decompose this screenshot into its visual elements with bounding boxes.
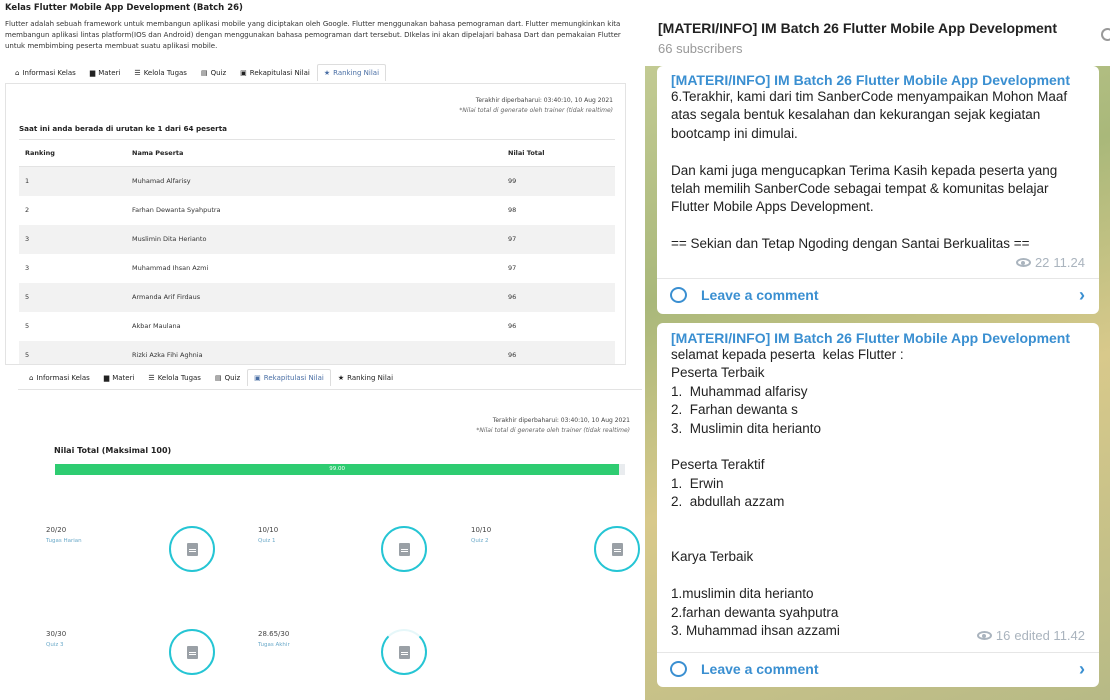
table-header-row: Ranking Nama Peserta Nilai Total: [19, 139, 615, 167]
tab-informasi-kelas[interactable]: ⌂ Informasi Kelas: [8, 64, 83, 81]
course-tabs-rekap-view: ⌂ Informasi Kelas ▆ Materi ☰ Kelola Tugas ▤…: [22, 369, 400, 386]
book-icon: ▆: [89, 69, 96, 77]
chevron-right-icon: ›: [1079, 284, 1085, 305]
course-tabs-ranking-view: ⌂ Informasi Kelas ▆ Materi ☰ Kelola Tugas ▤…: [8, 64, 387, 81]
score-tugas-akhir: 28.65/30 Tugas Akhir: [258, 630, 290, 648]
col-nilai-total: Nilai Total: [502, 139, 615, 167]
table-row: 5 Armanda Arif Firdaus 96: [19, 282, 615, 312]
tab-materi[interactable]: ▆ Materi: [97, 369, 142, 386]
document-icon: [398, 542, 410, 556]
ranking-headline: Saat ini anda berada di urutan ke 1 dari…: [19, 124, 228, 133]
table-row: 5 Rizki Azka Fihi Aghnia 96: [19, 340, 615, 364]
view-count: 22: [1034, 255, 1050, 270]
tab-rekapitulasi-nilai[interactable]: ▣ Rekapitulasi Nilai: [247, 369, 331, 386]
leave-comment-button[interactable]: Leave a comment ›: [657, 278, 1099, 311]
quiz-2-ring[interactable]: [594, 526, 640, 572]
clipboard-icon: ▣: [254, 374, 261, 382]
comment-bubble-icon: [670, 661, 687, 677]
chevron-right-icon: ›: [1079, 658, 1085, 679]
table-row: 5 Akbar Maulana 96: [25, 322, 517, 330]
rekap-title: Nilai Total (Maksimal 100): [54, 446, 172, 455]
eye-icon: [976, 631, 992, 640]
table-row: 3 Muhammad Ihsan Azmi 97: [25, 264, 517, 272]
quiz-icon: ▤: [200, 69, 208, 77]
table-row: 3 Muslimin Dita Herianto 97: [19, 224, 615, 254]
message-meta: 16 edited 11.42: [976, 628, 1085, 643]
ranking-panel: Terakhir diperbaharui: 03:40:10, 10 Aug …: [5, 83, 626, 365]
tab-quiz[interactable]: ▤ Quiz: [194, 64, 233, 81]
view-count: 16: [995, 628, 1011, 643]
tab-materi[interactable]: ▆ Materi: [83, 64, 128, 81]
telegram-pane: [MATERI/INFO] IM Batch 26 Flutter Mobile…: [645, 0, 1110, 700]
tab-informasi-kelas[interactable]: ⌂ Informasi Kelas: [22, 369, 97, 386]
rekap-panel: Terakhir diperbaharui: 03:40:10, 10 Aug …: [18, 389, 642, 700]
document-icon: [186, 645, 198, 659]
list-icon: ☰: [148, 374, 155, 382]
tab-rekapitulasi-nilai[interactable]: ▣ Rekapitulasi Nilai: [233, 64, 317, 81]
lms-pane: Kelas Flutter Mobile App Development (Ba…: [0, 0, 642, 700]
tab-kelola-tugas[interactable]: ☰ Kelola Tugas: [127, 64, 194, 81]
book-icon: ▆: [103, 374, 110, 382]
tugas-akhir-ring[interactable]: [381, 629, 427, 675]
score-quiz-3: 30/30 Quiz 3: [46, 630, 67, 648]
score-tugas-harian: 20/20 Tugas Harian: [46, 526, 82, 544]
document-icon: [186, 542, 198, 556]
channel-header: [MATERI/INFO] IM Batch 26 Flutter Mobile…: [645, 0, 1110, 66]
score-quiz-2: 10/10 Quiz 2: [471, 526, 492, 544]
leave-comment-button[interactable]: Leave a comment ›: [657, 652, 1099, 685]
col-ranking: Ranking: [19, 139, 126, 167]
home-icon: ⌂: [29, 374, 34, 382]
score-quiz-1: 10/10 Quiz 1: [258, 526, 279, 544]
subscriber-count: 66 subscribers: [658, 41, 743, 56]
ranking-updated: Terakhir diperbaharui: 03:40:10, 10 Aug …: [459, 97, 613, 114]
message-card: [MATERI/INFO] IM Batch 26 Flutter Mobile…: [657, 323, 1099, 687]
quiz-3-ring[interactable]: [169, 629, 215, 675]
rekap-updated: Terakhir diperbaharui: 03:40:10, 10 Aug …: [476, 417, 630, 434]
quiz-1-ring[interactable]: [381, 526, 427, 572]
clipboard-icon: ▣: [240, 69, 247, 77]
comment-bubble-icon: [670, 287, 687, 303]
tab-kelola-tugas[interactable]: ☰ Kelola Tugas: [141, 369, 208, 386]
home-icon: ⌂: [15, 69, 20, 77]
table-row: 1 Muhamad Alfarisy 99: [19, 166, 615, 196]
tab-ranking-nilai[interactable]: ★ Ranking Nilai: [331, 369, 400, 386]
star-icon: ★: [323, 69, 331, 77]
table-row: 2 Farhan Dewanta Syahputra 98: [25, 206, 517, 214]
message-meta: 22 11.24: [1015, 255, 1085, 270]
course-title: Kelas Flutter Mobile App Development (Ba…: [5, 3, 243, 13]
document-icon: [398, 645, 410, 659]
ranking-table: Ranking Nama Peserta Nilai Total 1 Muhama…: [19, 139, 615, 364]
total-progress-fill: 99.00: [55, 464, 620, 475]
tab-quiz[interactable]: ▤ Quiz: [208, 369, 247, 386]
total-progress-bar: 99.00: [55, 464, 625, 475]
message-time: 11.24: [1053, 255, 1085, 270]
tab-ranking-nilai[interactable]: ★ Ranking Nilai: [316, 64, 387, 81]
channel-title[interactable]: [MATERI/INFO] IM Batch 26 Flutter Mobile…: [658, 20, 1057, 36]
star-icon: ★: [337, 374, 345, 382]
message-sender[interactable]: [MATERI/INFO] IM Batch 26 Flutter Mobile…: [671, 330, 1085, 346]
eye-icon: [1015, 258, 1031, 267]
search-icon[interactable]: [1101, 28, 1110, 41]
list-icon: ☰: [134, 69, 141, 77]
course-description: Flutter adalah sebuah framework untuk me…: [5, 20, 621, 50]
document-icon: [611, 542, 623, 556]
col-nama-peserta: Nama Peserta: [126, 139, 502, 167]
tugas-harian-ring[interactable]: [169, 526, 215, 572]
message-time: edited 11.42: [1014, 628, 1085, 643]
message-sender[interactable]: [MATERI/INFO] IM Batch 26 Flutter Mobile…: [671, 72, 1085, 88]
message-card: [MATERI/INFO] IM Batch 26 Flutter Mobile…: [657, 66, 1099, 314]
quiz-icon: ▤: [214, 374, 222, 382]
